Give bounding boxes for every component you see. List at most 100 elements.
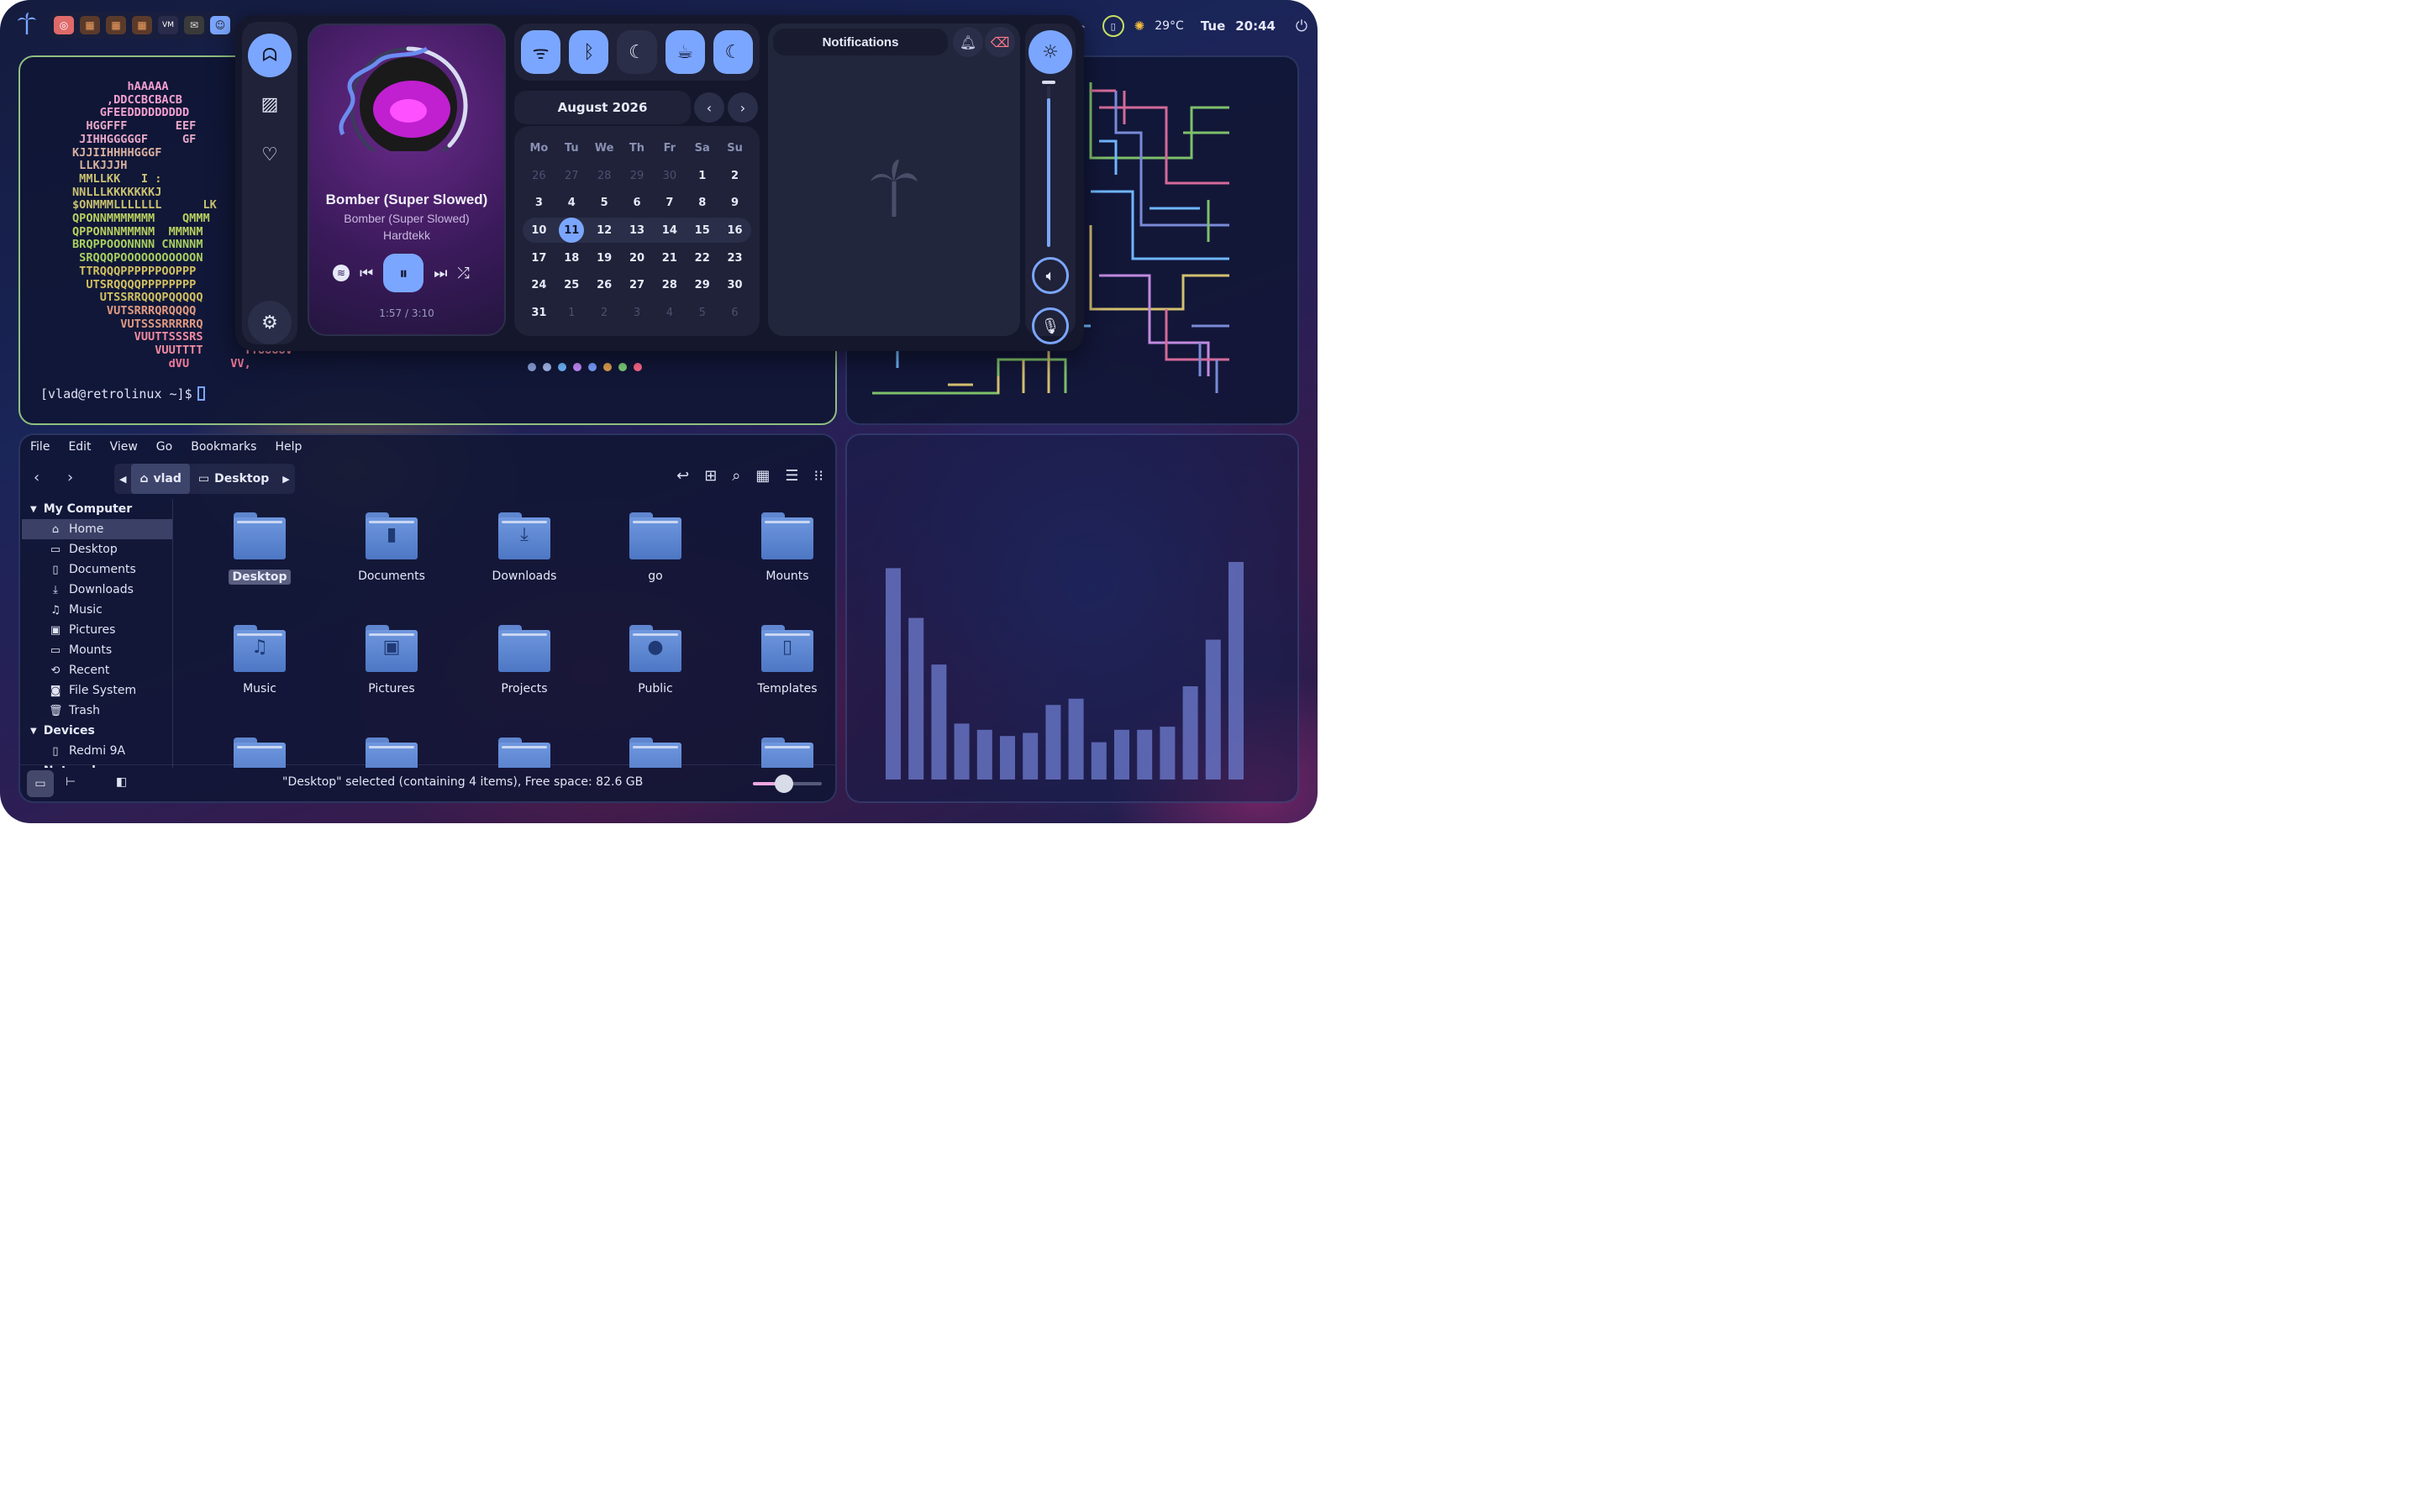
calendar-day[interactable]: 6 xyxy=(621,189,654,217)
calendar-day[interactable]: 26 xyxy=(588,271,621,299)
calendar-day[interactable]: 25 xyxy=(555,271,588,299)
open-terminal-icon[interactable]: ↩ xyxy=(676,467,689,485)
calendar-day[interactable]: 15 xyxy=(686,217,718,244)
folder-go[interactable]: go xyxy=(605,512,706,583)
sidebar-item-redmi-9a[interactable]: ▯ Redmi 9A xyxy=(22,741,172,761)
crumb-left-arrow-icon[interactable]: ◀ xyxy=(114,474,131,485)
sidebar-item-file-system[interactable]: ◙ File System xyxy=(22,680,172,701)
calendar-day[interactable]: 9 xyxy=(718,189,751,217)
next-icon[interactable]: ⏭ xyxy=(434,265,447,282)
menu-file[interactable]: File xyxy=(30,440,50,454)
battery-icon[interactable]: ▯ xyxy=(1102,15,1124,37)
menu-bookmarks[interactable]: Bookmarks xyxy=(191,440,256,454)
pause-button[interactable]: ⏸ xyxy=(383,254,424,292)
workspace-dot[interactable] xyxy=(573,363,581,371)
calendar-day[interactable]: 29 xyxy=(621,162,654,190)
calendar-day[interactable]: 4 xyxy=(653,299,686,327)
bluetooth-toggle[interactable]: ᛒ xyxy=(569,30,609,74)
calendar-day[interactable]: 14 xyxy=(653,217,686,244)
icon-view-icon[interactable]: ▦ xyxy=(755,467,770,485)
new-folder-icon[interactable]: ⊞ xyxy=(704,467,717,485)
app-icon-3[interactable]: ▦ xyxy=(106,16,126,34)
folder-downloads[interactable]: ⤓ Downloads xyxy=(474,512,575,583)
calendar-day[interactable]: 7 xyxy=(653,189,686,217)
calendar-day[interactable]: 29 xyxy=(686,271,718,299)
folder-documents[interactable]: ▮ Documents xyxy=(341,512,442,583)
app-icon-7[interactable]: ☺ xyxy=(210,16,230,34)
calendar-day[interactable]: 24 xyxy=(523,271,555,299)
calendar-day[interactable]: 23 xyxy=(718,244,751,272)
wifi-toggle[interactable]: ᯤ xyxy=(521,30,561,74)
calendar-day[interactable]: 3 xyxy=(523,189,555,217)
shuffle-icon[interactable]: ⤮ xyxy=(457,265,469,282)
folder-partial[interactable] xyxy=(209,738,310,768)
section-my-computer[interactable]: ▼ My Computer xyxy=(22,499,172,519)
app-icon-5[interactable]: VM xyxy=(158,16,178,34)
calendar-day[interactable]: 26 xyxy=(523,162,555,190)
tree-toggle-icon[interactable]: ⊢ xyxy=(66,775,76,789)
list-view-icon[interactable]: ☰ xyxy=(785,467,798,485)
brightness-slider-knob[interactable] xyxy=(1042,81,1055,84)
workspace-dot[interactable] xyxy=(543,363,551,371)
calendar-day[interactable]: 12 xyxy=(588,217,621,244)
calendar-day[interactable]: 22 xyxy=(686,244,718,272)
brightness-slider[interactable] xyxy=(1042,81,1055,247)
sidebar-item-recent[interactable]: ⟲ Recent xyxy=(22,660,172,680)
sidebar-item-pictures[interactable]: ▣ Pictures xyxy=(22,620,172,640)
workspace-dot[interactable] xyxy=(558,363,566,371)
spotify-icon[interactable]: ≋ xyxy=(333,265,350,281)
calendar-day[interactable]: 27 xyxy=(555,162,588,190)
clear-notifications-icon[interactable]: ⌫ xyxy=(985,27,1015,57)
compact-view-icon[interactable]: ⁝⁝ xyxy=(814,467,823,485)
calendar-day[interactable]: 30 xyxy=(653,162,686,190)
calendar-day[interactable]: 6 xyxy=(718,299,751,327)
night-light-toggle[interactable]: ☾ xyxy=(617,30,657,74)
folder-music[interactable]: ♫ Music xyxy=(209,625,310,696)
app-icon-4[interactable]: ▦ xyxy=(132,16,152,34)
next-month-button[interactable]: › xyxy=(728,92,758,123)
hide-sidebar-icon[interactable]: ◧ xyxy=(116,775,127,789)
calendar-day[interactable]: 16 xyxy=(718,217,751,244)
calendar-day[interactable]: 19 xyxy=(588,244,621,272)
calendar-day[interactable]: 20 xyxy=(621,244,654,272)
workspace-dot[interactable] xyxy=(588,363,597,371)
calendar-day[interactable]: 1 xyxy=(686,162,718,190)
back-button[interactable]: ‹ xyxy=(34,469,39,486)
calendar-day[interactable]: 31 xyxy=(523,299,555,327)
calendar-day[interactable]: 17 xyxy=(523,244,555,272)
folder-projects[interactable]: Projects xyxy=(474,625,575,696)
sidebar-item-documents[interactable]: ▯ Documents xyxy=(22,559,172,580)
folder-partial[interactable] xyxy=(341,738,442,768)
search-icon[interactable]: ⌕ xyxy=(732,467,740,485)
sidebar-item-mounts[interactable]: ▭ Mounts xyxy=(22,640,172,660)
health-icon[interactable]: ♡ xyxy=(248,133,292,176)
section-devices[interactable]: ▼ Devices xyxy=(22,721,172,741)
workspace-dot[interactable] xyxy=(618,363,627,371)
forward-button[interactable]: › xyxy=(67,469,73,486)
folder-templates[interactable]: ▯ Templates xyxy=(737,625,827,696)
bell-icon[interactable]: 🔔︎ xyxy=(953,27,983,57)
calendar-day[interactable]: 11 xyxy=(555,217,588,244)
menu-edit[interactable]: Edit xyxy=(68,440,91,454)
wallpaper-icon[interactable]: ▨ xyxy=(248,82,292,126)
power-icon[interactable]: ⏻ xyxy=(1286,18,1318,35)
crumb-desktop[interactable]: ▭ Desktop xyxy=(190,464,277,494)
zoom-slider[interactable] xyxy=(753,774,822,793)
calendar-day[interactable]: 8 xyxy=(686,189,718,217)
workspace-dot[interactable] xyxy=(603,363,612,371)
workspace-dot[interactable] xyxy=(528,363,536,371)
folder-desktop[interactable]: Desktop xyxy=(209,512,310,585)
menu-go[interactable]: Go xyxy=(156,440,172,454)
menu-view[interactable]: View xyxy=(110,440,138,454)
calendar-day[interactable]: 28 xyxy=(588,162,621,190)
file-manager-window[interactable]: File Edit View Go Bookmarks Help ‹ › ◀ ⌂ vlad … xyxy=(18,433,837,803)
folder-pictures[interactable]: ▣ Pictures xyxy=(341,625,442,696)
calendar-day[interactable]: 2 xyxy=(588,299,621,327)
microphone-button[interactable]: 🎙︎ xyxy=(1032,307,1069,344)
calendar-day[interactable]: 13 xyxy=(621,217,654,244)
app-icon-6[interactable]: ✉ xyxy=(184,16,204,34)
calendar-day[interactable]: 1 xyxy=(555,299,588,327)
sidebar-item-home[interactable]: ⌂ Home xyxy=(22,519,172,539)
dnd-toggle[interactable]: ☾ xyxy=(713,30,754,74)
crumb-home[interactable]: ⌂ vlad xyxy=(131,464,190,494)
